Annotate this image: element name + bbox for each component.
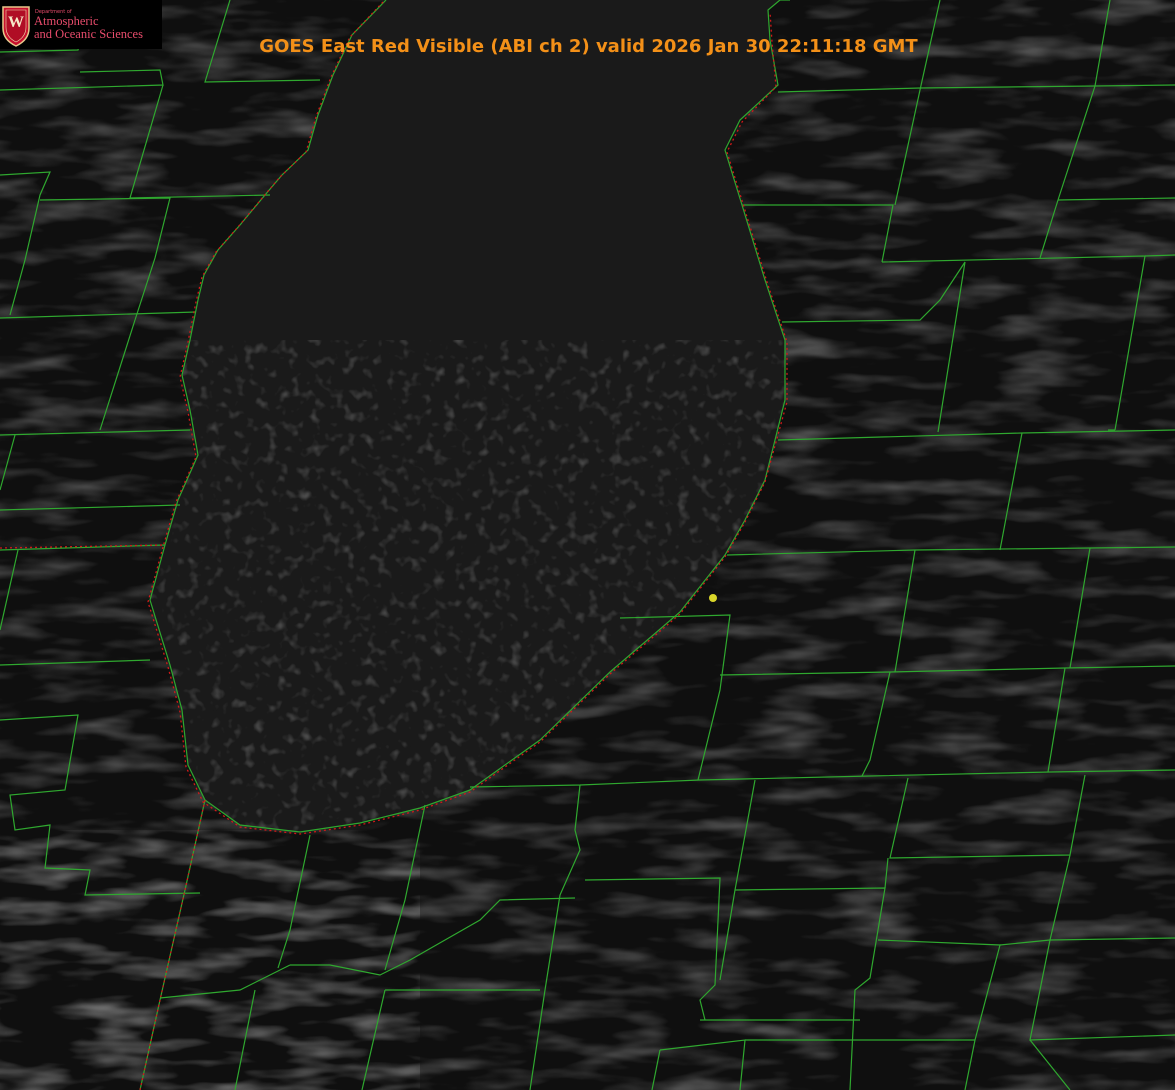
satellite-map[interactable] [0, 0, 1175, 1090]
image-title: GOES East Red Visible (ABI ch 2) valid 2… [0, 36, 1175, 57]
crest-letter: W [8, 14, 24, 31]
location-dot-icon[interactable] [709, 594, 717, 602]
image-title-text: GOES East Red Visible (ABI ch 2) valid 2… [259, 36, 918, 57]
